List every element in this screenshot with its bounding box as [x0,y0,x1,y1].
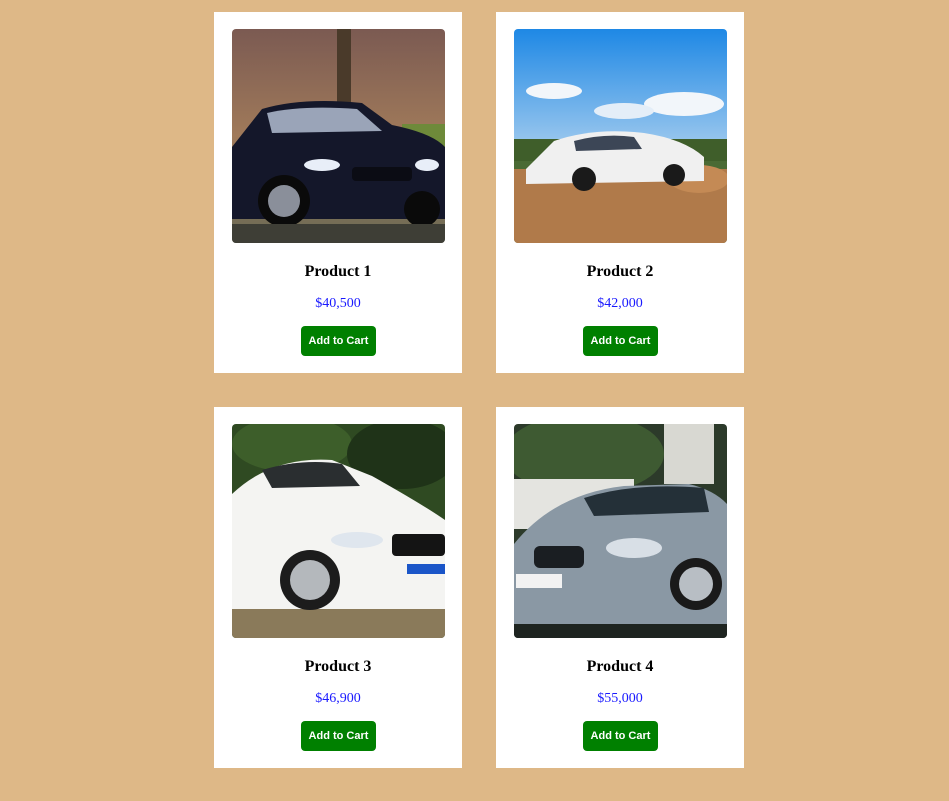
product-title: Product 4 [586,658,654,675]
add-to-cart-button[interactable]: Add to Cart [301,721,376,751]
product-image [232,29,445,243]
product-image [232,424,445,638]
product-card: Product 3 $46,900 Add to Cart [214,407,462,768]
product-price: $42,000 [597,296,643,311]
product-title: Product 1 [304,263,372,280]
add-to-cart-button[interactable]: Add to Cart [583,721,658,751]
product-price: $40,500 [315,296,361,311]
add-to-cart-button[interactable]: Add to Cart [583,326,658,356]
product-price: $55,000 [597,691,643,706]
product-title: Product 2 [586,263,654,280]
add-to-cart-button[interactable]: Add to Cart [301,326,376,356]
product-card: Product 4 $55,000 Add to Cart [496,407,744,768]
product-card: Product 2 $42,000 Add to Cart [496,12,744,373]
product-image [514,424,727,638]
product-title: Product 3 [304,658,372,675]
product-card: Product 1 $40,500 Add to Cart [214,12,462,373]
product-price: $46,900 [315,691,361,706]
product-image [514,29,727,243]
